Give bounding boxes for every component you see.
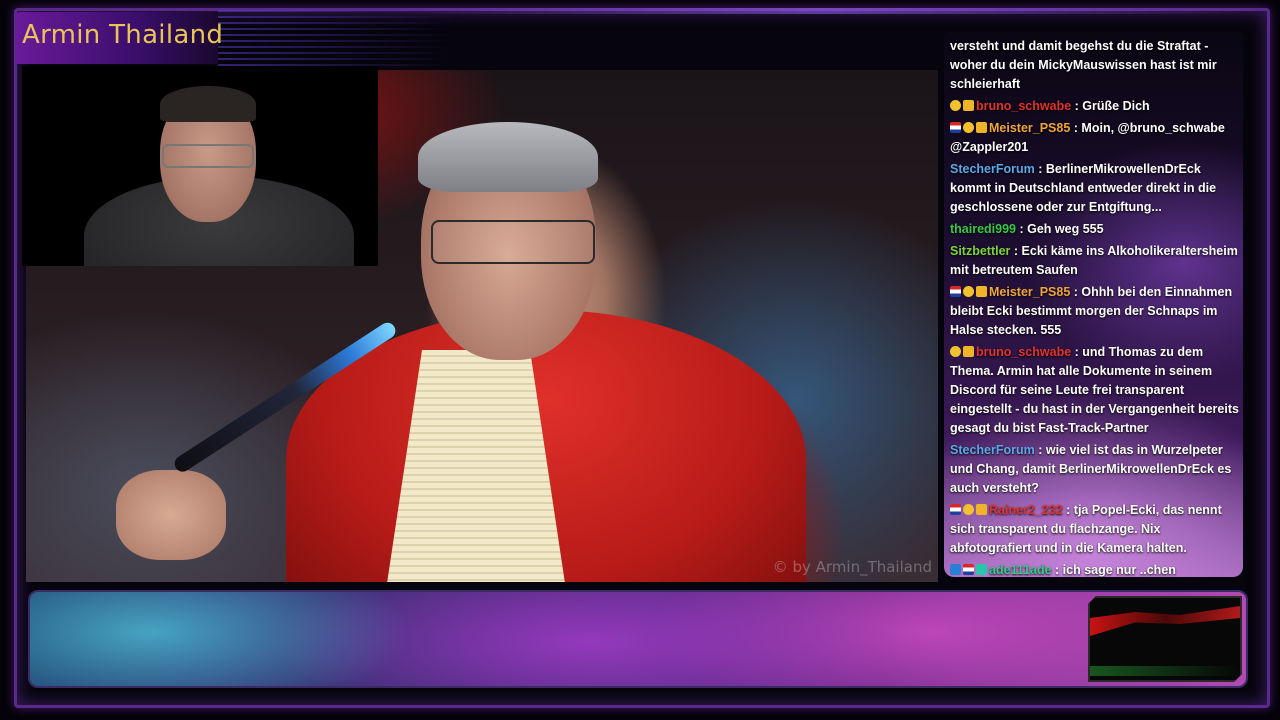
chat-username[interactable]: bruno_schwabe: [976, 99, 1071, 113]
chat-message: ade111ade : ich sage nur ..chen: [950, 561, 1239, 577]
person-glasses: [431, 220, 595, 264]
chat-username[interactable]: bruno_schwabe: [976, 345, 1071, 359]
mini-preview-screen: [1088, 596, 1242, 682]
crown-badge-icon: [963, 100, 974, 111]
video-watermark: © by Armin_Thailand: [772, 558, 932, 576]
coin-badge-icon: [950, 100, 961, 111]
prime-badge-icon: [950, 564, 961, 575]
top-decor-glow: [380, 8, 1260, 14]
channel-title: Armin Thailand: [22, 20, 224, 50]
coin-badge-icon: [950, 346, 961, 357]
bottom-banner-panel: [28, 590, 1248, 688]
chat-message-list: versteht und damit begehst du die Straft…: [944, 32, 1243, 577]
chat-username[interactable]: Sitzbettler: [950, 244, 1010, 258]
chat-message: thairedi999 : Geh weg 555: [950, 222, 1104, 236]
person-hair: [418, 122, 598, 192]
mini-screen-red-glow: [1090, 606, 1240, 636]
coin-badge-icon: [963, 286, 974, 297]
chat-username[interactable]: Meister_PS85: [989, 121, 1070, 135]
thailand-flag-badge-icon: [950, 504, 961, 515]
chat-username[interactable]: Meister_PS85: [989, 285, 1070, 299]
thailand-flag-badge-icon: [950, 286, 961, 297]
chat-message-text: versteht und damit begehst du die Straft…: [950, 39, 1217, 91]
person-hand: [116, 470, 226, 560]
chat-username[interactable]: Rainer2_232: [989, 503, 1063, 517]
coin-badge-icon: [963, 504, 974, 515]
chat-username[interactable]: StecherForum: [950, 162, 1035, 176]
chat-message: Meister_PS85 : Ohhh bei den Einnahmen bl…: [950, 285, 1233, 337]
thailand-flag-badge-icon: [963, 564, 974, 575]
chat-message-text: ich sage nur ..chen: [1062, 563, 1176, 577]
chat-message: versteht und damit begehst du die Straft…: [950, 37, 1239, 94]
chat-message: StecherForum : BerlinerMikrowellenDrEck …: [950, 162, 1217, 214]
crown-badge-icon: [976, 504, 987, 515]
chat-message: Meister_PS85 : Moin, @bruno_schwabe @Zap…: [950, 121, 1225, 154]
chat-message: Rainer2_232 : tja Popel-Ecki, das nennt …: [950, 503, 1222, 555]
coin-badge-icon: [963, 122, 974, 133]
chat-message: bruno_schwabe : und Thomas zu dem Thema.…: [950, 345, 1239, 435]
gift-badge-icon: [976, 564, 987, 575]
chat-message-text: Geh weg 555: [1027, 222, 1104, 236]
mini-screen-green-glow: [1090, 666, 1240, 676]
crown-badge-icon: [976, 286, 987, 297]
chat-username[interactable]: ade111ade: [989, 563, 1052, 577]
header-stripes-decor: [218, 10, 458, 66]
chat-username[interactable]: thairedi999: [950, 222, 1016, 236]
chat-username[interactable]: StecherForum: [950, 443, 1035, 457]
chat-overlay: versteht und damit begehst du die Straft…: [944, 32, 1243, 577]
crown-badge-icon: [976, 122, 987, 133]
webcam-person-hair: [160, 86, 256, 122]
crown-badge-icon: [963, 346, 974, 357]
chat-message: Sitzbettler : Ecki käme ins Alkoholikera…: [950, 244, 1238, 277]
webcam-person-glasses: [162, 144, 254, 168]
thailand-flag-badge-icon: [950, 122, 961, 133]
chat-message: bruno_schwabe : Grüße Dich: [950, 97, 1239, 116]
streamer-webcam: [22, 66, 378, 266]
chat-message: StecherForum : wie viel ist das in Wurze…: [950, 443, 1232, 495]
chat-message-text: Grüße Dich: [1082, 99, 1150, 113]
